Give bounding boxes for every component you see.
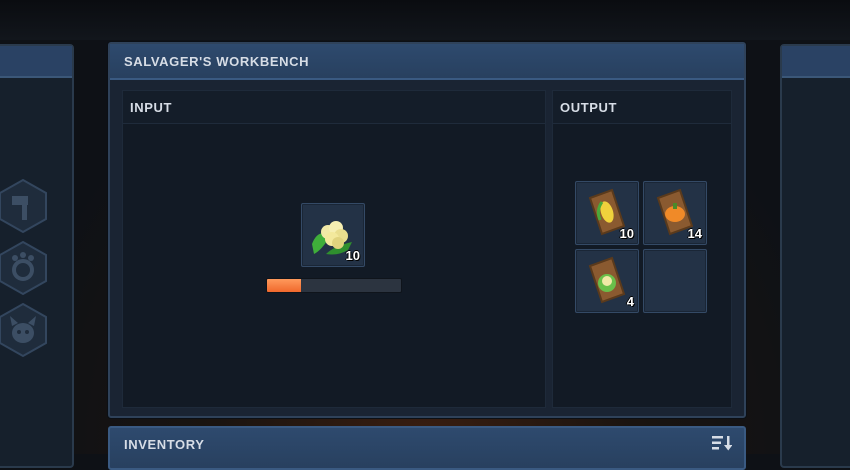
- hammer-icon: [0, 178, 47, 234]
- gear-paw-icon: [0, 240, 47, 296]
- input-slot[interactable]: 10: [301, 203, 365, 267]
- hammer-tab[interactable]: [0, 178, 48, 234]
- inventory-panel: INVENTORY: [108, 426, 746, 470]
- workbench-header: SALVAGER'S WORKBENCH: [110, 44, 744, 80]
- gear-paw-tab[interactable]: [0, 240, 48, 296]
- creature-tab[interactable]: [0, 302, 48, 358]
- creature-icon: [0, 302, 47, 358]
- output-count-2: 14: [687, 226, 702, 241]
- right-panel-header: [782, 46, 850, 78]
- left-panel-header: [0, 46, 72, 78]
- cauliflower-seed-bag-icon: [588, 256, 626, 304]
- output-count-1: 10: [619, 226, 634, 241]
- progress-fill: [267, 279, 301, 292]
- workbench-panel: SALVAGER'S WORKBENCH INPUT 10 OUTPUT 10 …: [108, 42, 746, 418]
- output-header: OUTPUT: [553, 91, 731, 124]
- input-label: INPUT: [130, 100, 172, 115]
- output-count-3: 4: [626, 294, 634, 309]
- output-label: OUTPUT: [560, 100, 618, 115]
- output-pane: OUTPUT 10 14 4: [552, 90, 732, 408]
- output-slot-4-empty[interactable]: [643, 249, 707, 313]
- output-slot-3[interactable]: 4: [575, 249, 639, 313]
- side-tabs: [0, 178, 52, 364]
- inventory-title: INVENTORY: [124, 437, 205, 452]
- sort-icon[interactable]: [712, 435, 732, 451]
- right-side-panel: [780, 44, 850, 468]
- input-count: 10: [345, 248, 360, 263]
- top-bar: [0, 0, 850, 40]
- input-pane: INPUT 10: [122, 90, 546, 408]
- workbench-title: SALVAGER'S WORKBENCH: [124, 54, 310, 69]
- salvage-progress-bar: [266, 278, 402, 293]
- input-header: INPUT: [123, 91, 545, 124]
- output-slot-1[interactable]: 10: [575, 181, 639, 245]
- output-slot-2[interactable]: 14: [643, 181, 707, 245]
